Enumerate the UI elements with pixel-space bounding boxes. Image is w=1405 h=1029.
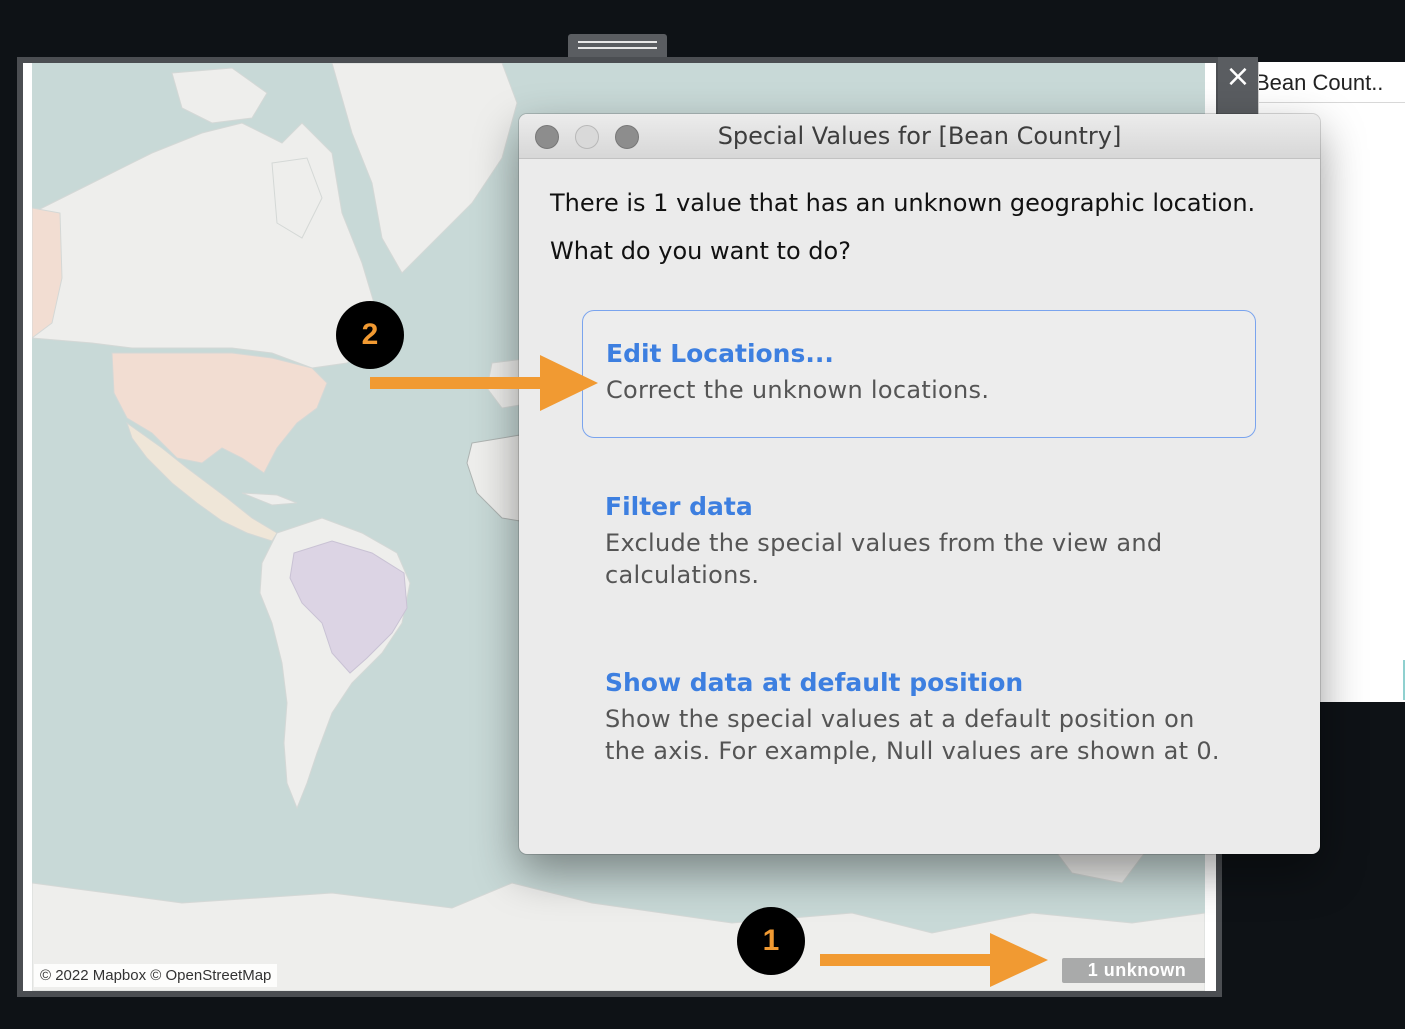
callout-step-2: 2 (336, 301, 404, 369)
arrow-1-icon (820, 933, 1048, 987)
arrow-2-icon (370, 355, 598, 411)
annotation-arrows (370, 355, 1048, 987)
callout-step-1: 1 (737, 907, 805, 975)
